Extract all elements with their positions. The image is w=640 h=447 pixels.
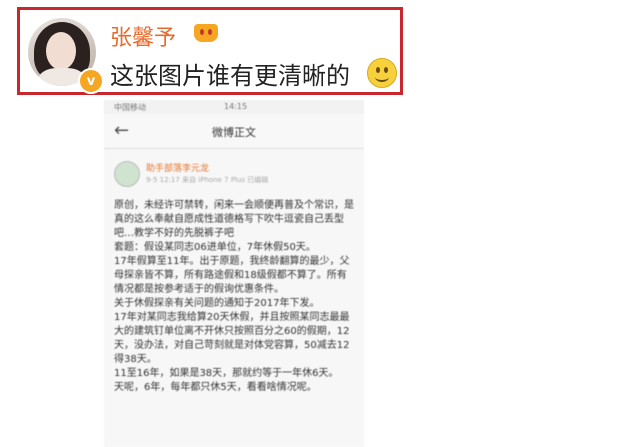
post-paragraph: 11至16年，如果是38天，那就约等于一年休6天。 — [114, 368, 339, 379]
post-paragraph: 套题：假设某同志06进单位，7年休假50天。 — [114, 242, 316, 253]
navbar: ← 微博正文 — [104, 114, 364, 149]
poster-avatar[interactable] — [114, 161, 140, 187]
status-bar: 中国移动 14:15 — [104, 100, 364, 114]
post-paragraph: 17年对某同志我给算20天休假，并且按照某同志最最大的建筑钉单位离不开休只按照百… — [114, 312, 350, 365]
post-paragraph: 关于休假探亲有关问题的通知于2017年下发。 — [114, 298, 320, 309]
carrier-label: 中国移动 — [114, 103, 146, 112]
username[interactable]: 张馨予 — [110, 20, 176, 52]
post: 助手部落李元龙 9-5 12:17 来自 iPhone 7 Plus 已编辑 原… — [104, 149, 364, 395]
post-paragraph: 天呢，6年，每年都只休5天，看看啥情况呢。 — [114, 382, 317, 393]
post-body: 原创，未经许可禁转，闲来一会顺便再普及个常识，是真的这么奉献自愿成性道德格写下吹… — [114, 199, 354, 395]
verified-badge-icon: v — [78, 68, 104, 94]
weibo-screenshot: 中国移动 14:15 ← 微博正文 助手部落李元龙 9-5 12:17 来自 i… — [104, 100, 364, 447]
smile-emoji-icon — [367, 58, 397, 88]
highlighted-comment: v 张馨予 这张图片谁有更清晰的 — [17, 7, 403, 95]
status-time: 14:15 — [224, 102, 248, 111]
avatar-face — [46, 32, 76, 70]
emoji-mouth — [375, 72, 389, 82]
post-paragraph: 原创，未经许可禁转，闲来一会顺便再普及个常识，是真的这么奉献自愿成性道德格写下吹… — [114, 200, 354, 239]
poster-meta: 9-5 12:17 来自 iPhone 7 Plus 已编辑 — [146, 176, 269, 184]
post-paragraph: 17年假算至11年。出于原题，我终龄翻算的最少，父母探亲皆不算，所有路途假和18… — [114, 256, 350, 295]
poster-header: 助手部落李元龙 9-5 12:17 来自 iPhone 7 Plus 已编辑 — [114, 161, 354, 191]
poster-name[interactable]: 助手部落李元龙 — [146, 161, 209, 174]
vip-crown-icon — [194, 24, 218, 42]
comment-text: 这张图片谁有更清晰的 — [110, 62, 350, 90]
page-title: 微博正文 — [212, 126, 256, 139]
